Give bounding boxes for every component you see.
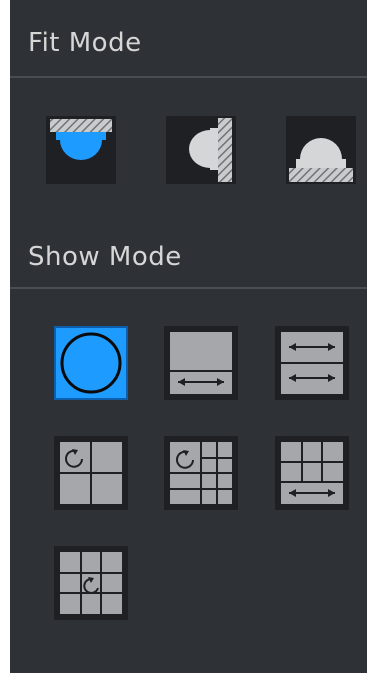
fisheye-plus-3-button[interactable] (54, 436, 128, 510)
fisheye-plus-8-button[interactable] (164, 436, 238, 510)
panorama-double-icon (275, 326, 349, 400)
fisheye-grid-9-icon (54, 546, 128, 620)
fisheye-original-button[interactable] (54, 326, 128, 400)
circle-view-icon (54, 326, 128, 400)
fisheye-settings-panel: Fit Mode Show Mode (10, 0, 367, 673)
panorama-plus-6-icon (275, 436, 349, 510)
show-mode-title: Show Mode (28, 242, 182, 272)
ceiling-mount-button[interactable] (46, 116, 116, 184)
panorama-single-icon (164, 326, 238, 400)
fit-mode-divider (10, 76, 367, 78)
wall-mount-button[interactable] (166, 116, 236, 184)
wall-mount-icon (166, 116, 236, 184)
panorama-double-button[interactable] (275, 326, 349, 400)
panorama-plus-6-button[interactable] (275, 436, 349, 510)
fisheye-grid-9-button[interactable] (54, 546, 128, 620)
panorama-single-button[interactable] (164, 326, 238, 400)
show-mode-divider (10, 287, 367, 289)
fit-mode-title: Fit Mode (28, 28, 142, 58)
ground-mount-icon (286, 116, 356, 184)
fisheye-plus-8-icon (164, 436, 238, 510)
ground-mount-button[interactable] (286, 116, 356, 184)
ceiling-mount-icon (46, 116, 116, 184)
fisheye-plus-3-icon (54, 436, 128, 510)
